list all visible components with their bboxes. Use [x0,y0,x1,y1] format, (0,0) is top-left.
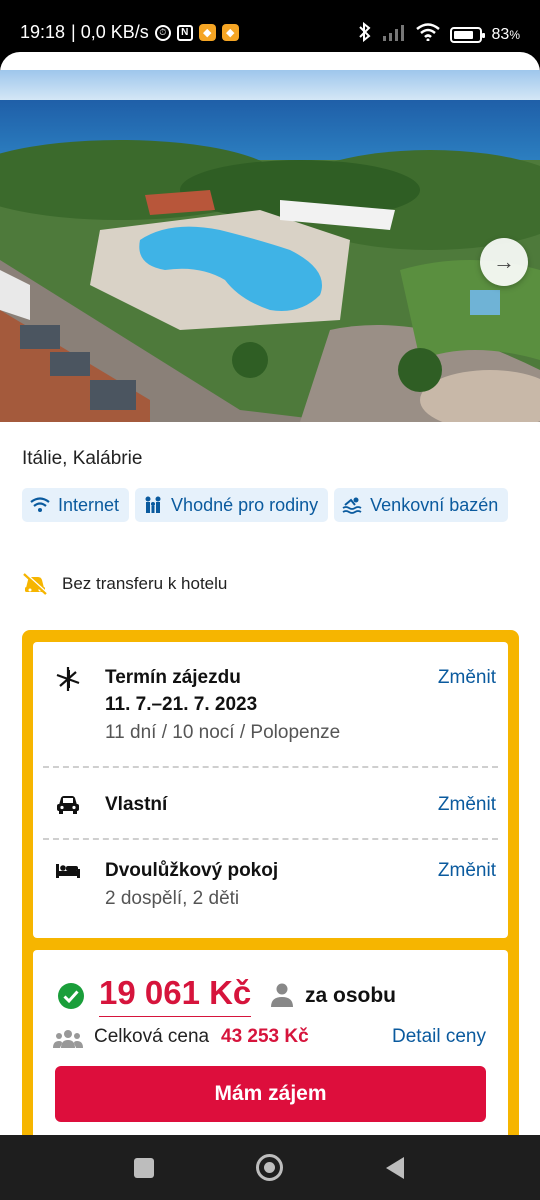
transport-row: Vlastní Změnit [33,772,508,838]
check-circle-icon [57,982,85,1010]
amenity-tag-internet: Internet [22,488,130,522]
app-notification-icon: ◆ [198,24,216,41]
status-time: 19:18 [20,22,66,42]
status-speed: | 0,0 KB/s [71,22,149,42]
change-room-link[interactable]: Změnit [438,860,496,882]
home-button[interactable] [256,1154,283,1181]
system-nav-bar [0,1135,540,1200]
bed-icon [55,858,81,884]
car-icon [55,792,81,818]
amenity-label: Venkovní bazén [370,494,499,515]
divider [43,766,498,768]
transport-title: Vlastní [105,794,168,815]
battery-value: 83 [491,25,510,43]
no-transfer-icon [22,572,48,596]
amenity-tag-pool: Venkovní bazén [334,488,509,522]
status-right: 83% [358,21,520,47]
price-per-person: 19 061 Kč [99,974,252,1017]
room-title: Dvoulůžkový pokoj [105,860,279,881]
nfc-icon: N [176,24,193,41]
booking-panel: Termín zájezdu 11. 7.–21. 7. 2023 11 dní… [22,630,519,1135]
next-photo-button[interactable]: → [480,238,528,286]
term-details: 11 dní / 10 nocí / Polopenze [105,722,341,743]
total-price-value: 43 253 Kč [221,1026,309,1047]
room-guests: 2 dospělí, 2 děti [105,888,240,909]
amenity-tag-family: Vhodné pro rodiny [135,488,329,522]
amenity-tags: Internet Vhodné pro rodiny Venkovní bazé… [22,488,522,522]
battery-level [453,30,474,39]
term-dates: 11. 7.–21. 7. 2023 [105,694,258,715]
wifi-icon [30,495,50,515]
term-title: Termín zájezdu [105,667,241,688]
app-notification-icon: ◆ [221,24,239,41]
person-icon [269,982,295,1008]
booking-options: Termín zájezdu 11. 7.–21. 7. 2023 11 dní… [33,642,508,938]
plane-icon [55,666,81,692]
amenity-label: Vhodné pro rodiny [171,494,319,515]
alarm-icon: ⏱ [154,24,171,41]
change-term-link[interactable]: Změnit [438,667,496,689]
room-row: Dvoulůžkový pokoj 2 dospělí, 2 děti Změn… [33,838,508,938]
hotel-detail-screen: → Itálie, Kalábrie Internet Vhodné pro r… [0,52,540,1135]
hotel-photo[interactable]: → [0,70,540,422]
battery-icon [449,26,485,43]
transfer-label: Bez transferu k hotelu [62,574,228,593]
price-detail-link[interactable]: Detail ceny [392,1026,486,1048]
arrow-right-icon: → [493,249,515,274]
per-person-label: za osobu [305,984,397,1007]
wifi-icon [415,23,440,46]
group-icon [53,1028,83,1050]
status-left: 19:18 | 0,0 KB/s ⏱ N ◆ ◆ [20,22,239,43]
hotel-location: Itálie, Kalábrie [22,448,143,469]
family-icon [143,495,163,515]
aerial-resort-pool-photo [0,70,540,422]
transfer-info: Bez transferu k hotelu [22,572,227,596]
change-transport-link[interactable]: Změnit [438,794,496,816]
signal-icon [382,23,406,46]
interest-button[interactable]: Mám zájem [55,1066,486,1122]
battery-percent: 83% [492,26,520,44]
term-row: Termín zájezdu 11. 7.–21. 7. 2023 11 dní… [33,642,508,772]
battery-unit: % [509,27,520,42]
recents-button[interactable] [134,1158,154,1178]
bluetooth-icon [358,21,372,47]
pool-icon [342,495,362,515]
back-button[interactable] [386,1157,404,1179]
price-summary: 19 061 Kč za osobu Celková cena 43 253 K… [33,950,508,1135]
amenity-label: Internet [58,494,120,515]
total-price-label: Celková cena [94,1026,210,1047]
